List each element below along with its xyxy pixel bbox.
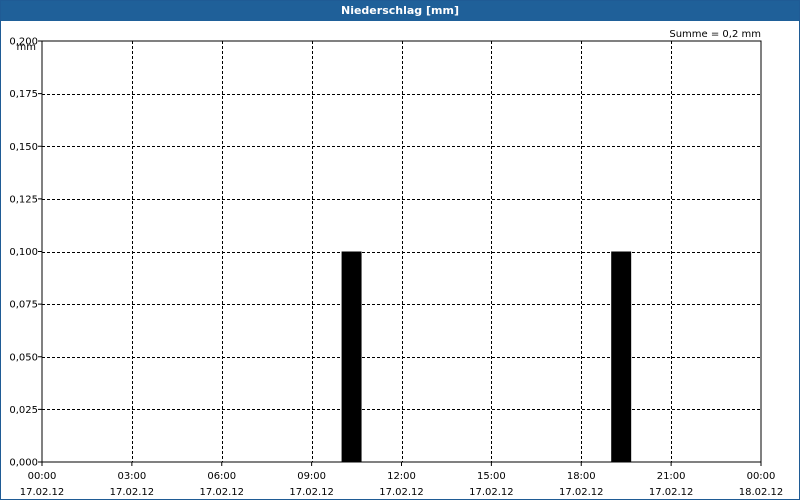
y-tick-label: 0,075 [9,300,38,311]
y-tick-label: 0,000 [9,458,38,469]
x-tick-date-label: 17.02.12 [559,487,604,498]
y-tick-label: 0,025 [9,405,38,416]
chart-window: Niederschlag [mm] mm Summe = 0,2 mm 0,00… [0,0,800,500]
x-axis-ticks: 00:00 17.02.12 03:00 17.02.12 06:00 17.02.12 0… [20,462,784,498]
y-tick-label: 0,125 [9,194,38,205]
y-tick-label: 0,150 [9,142,38,153]
grid-lines [42,41,761,462]
y-tick-label: 0,200 [9,37,38,48]
plot-area-border [41,40,762,463]
x-tick-date-label: 17.02.12 [649,487,694,498]
x-tick-time-label: 06:00 [207,471,236,482]
y-tick-label: 0,100 [9,247,38,258]
precipitation-chart: mm Summe = 0,2 mm 0,0000,0250,0500,0750,… [9,29,784,498]
x-tick-time-label: 21:00 [657,471,686,482]
x-tick-time-label: 18:00 [567,471,596,482]
x-tick-time-label: 00:00 [28,471,57,482]
bar-series [341,251,632,462]
x-tick-time-label: 09:00 [297,471,326,482]
x-tick-date-label: 17.02.12 [379,487,424,498]
x-tick-time-label: 15:00 [477,471,506,482]
x-tick-time-label: 03:00 [117,471,146,482]
x-tick-time-label: 12:00 [387,471,416,482]
y-tick-label: 0,175 [9,89,38,100]
x-tick-date-label: 17.02.12 [289,487,334,498]
x-tick-date-label: 17.02.12 [469,487,514,498]
x-tick-date-label: 18.02.12 [739,487,784,498]
y-axis-ticks: 0,000 0,025 0,050 0,075 0,100 0,125 0,150 0,175… [9,37,42,469]
x-tick-date-label: 17.02.12 [110,487,155,498]
x-tick-date-label: 17.02.12 [20,487,65,498]
chart-title: Niederschlag [mm] [1,1,799,21]
precipitation-bar [611,251,632,462]
y-tick-label: 0,050 [9,352,38,363]
x-tick-date-label: 17.02.12 [199,487,244,498]
sum-annotation: Summe = 0,2 mm [669,29,761,40]
x-tick-time-label: 00:00 [747,471,776,482]
precipitation-bar [341,251,362,462]
